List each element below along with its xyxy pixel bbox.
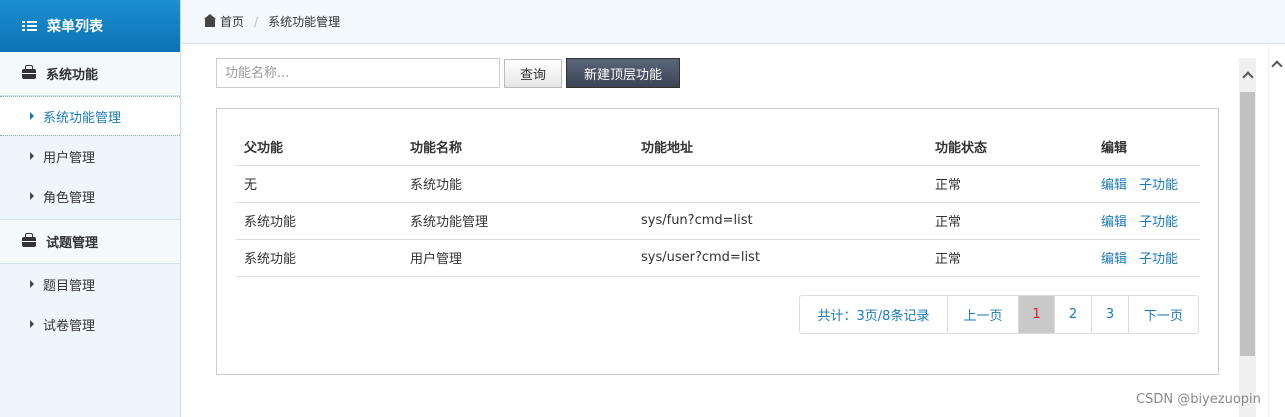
column-header-name: 功能名称	[402, 129, 633, 166]
column-header-parent: 父功能	[236, 129, 402, 166]
cell-parent: 无	[236, 165, 402, 203]
breadcrumb-current: 系统功能管理	[268, 15, 341, 29]
chevron-up-icon	[1271, 60, 1283, 72]
table-row: 系统功能 系统功能管理 sys/fun?cmd=list 正常 编辑 子功能	[236, 202, 1200, 240]
table-row: 系统功能 用户管理 sys/user?cmd=list 正常 编辑 子功能	[236, 239, 1200, 277]
home-icon	[204, 13, 216, 27]
new-top-function-button[interactable]: 新建顶层功能	[566, 58, 680, 88]
table-row: 无 系统功能 正常 编辑 子功能	[236, 165, 1200, 203]
sidebar-item-paper-management[interactable]: 试卷管理	[0, 304, 180, 344]
sidebar-item-label: 用户管理	[43, 150, 96, 166]
breadcrumb-home[interactable]: 首页	[220, 13, 244, 30]
breadcrumb: 首页 / 系统功能管理	[181, 0, 1285, 44]
prev-page-button[interactable]: 上一页	[947, 296, 1018, 333]
cell-parent: 系统功能	[236, 202, 402, 240]
page-scrollbar[interactable]	[1268, 44, 1285, 417]
briefcase-icon	[22, 232, 36, 247]
pagination: 共计：3页/8条记录 上一页 1 2 3 下一页	[799, 295, 1199, 334]
briefcase-icon	[22, 64, 36, 79]
content-scrollbar[interactable]	[1239, 58, 1256, 417]
cell-url: sys/user?cmd=list	[633, 239, 927, 277]
caret-right-icon	[30, 112, 34, 120]
page-button-2[interactable]: 2	[1054, 296, 1091, 333]
child-function-link[interactable]: 子功能	[1139, 252, 1178, 267]
sidebar-group-label: 系统功能	[46, 68, 99, 83]
pagination-summary: 共计：3页/8条记录	[817, 309, 930, 324]
cell-status: 正常	[927, 202, 1093, 240]
chevron-up-icon	[1241, 70, 1254, 83]
sidebar-item-label: 系统功能管理	[43, 110, 122, 126]
sidebar-item-label: 角色管理	[43, 190, 96, 206]
table-header-row: 父功能 功能名称 功能地址 功能状态 编辑	[236, 129, 1200, 166]
watermark: CSDN @biyezuopin	[1136, 392, 1261, 407]
cell-url	[633, 165, 927, 203]
list-icon	[22, 21, 37, 31]
sidebar-item-label: 题目管理	[43, 278, 96, 294]
edit-link[interactable]: 编辑	[1101, 215, 1127, 230]
breadcrumb-separator: /	[254, 14, 259, 29]
column-header-status: 功能状态	[927, 129, 1093, 166]
next-page-button[interactable]: 下一页	[1128, 296, 1198, 333]
sidebar: 菜单列表 系统功能 系统功能管理 用户管理 角色管理 试题管理 题目管理 试卷管…	[0, 0, 181, 417]
sidebar-item-function-management[interactable]: 系统功能管理	[0, 96, 180, 136]
sidebar-title: 菜单列表	[47, 19, 103, 35]
cell-actions: 编辑 子功能	[1093, 239, 1200, 277]
sidebar-item-role-management[interactable]: 角色管理	[0, 176, 180, 216]
cell-name: 系统功能管理	[402, 202, 633, 240]
sidebar-group-exam[interactable]: 试题管理	[0, 220, 180, 264]
column-header-url: 功能地址	[633, 129, 927, 166]
cell-status: 正常	[927, 239, 1093, 277]
page-button-3[interactable]: 3	[1091, 296, 1128, 333]
column-header-edit: 编辑	[1093, 129, 1200, 166]
scroll-thumb[interactable]	[1240, 92, 1255, 356]
function-table-panel: 父功能 功能名称 功能地址 功能状态 编辑 无 系统功能 正常 编辑 子功能 系统…	[216, 108, 1219, 375]
caret-right-icon	[30, 320, 34, 328]
function-table: 父功能 功能名称 功能地址 功能状态 编辑 无 系统功能 正常 编辑 子功能 系统…	[236, 129, 1200, 277]
cell-url: sys/fun?cmd=list	[633, 202, 927, 240]
child-function-link[interactable]: 子功能	[1139, 215, 1178, 230]
cell-parent: 系统功能	[236, 239, 402, 277]
caret-right-icon	[30, 192, 34, 200]
sidebar-item-user-management[interactable]: 用户管理	[0, 136, 180, 176]
edit-link[interactable]: 编辑	[1101, 178, 1127, 193]
cell-actions: 编辑 子功能	[1093, 165, 1200, 203]
cell-name: 用户管理	[402, 239, 633, 277]
sidebar-group-label: 试题管理	[46, 236, 99, 251]
caret-right-icon	[30, 152, 34, 160]
scroll-up-button[interactable]	[1239, 58, 1256, 90]
sidebar-header: 菜单列表	[0, 0, 180, 52]
cell-name: 系统功能	[402, 165, 633, 203]
cell-actions: 编辑 子功能	[1093, 202, 1200, 240]
sidebar-group-system[interactable]: 系统功能	[0, 52, 180, 96]
child-function-link[interactable]: 子功能	[1139, 178, 1178, 193]
sidebar-item-label: 试卷管理	[43, 318, 96, 334]
edit-link[interactable]: 编辑	[1101, 252, 1127, 267]
sidebar-item-question-management[interactable]: 题目管理	[0, 264, 180, 304]
query-button[interactable]: 查询	[504, 59, 562, 88]
search-input[interactable]	[216, 58, 500, 88]
page-button-1[interactable]: 1	[1018, 296, 1054, 333]
caret-right-icon	[30, 280, 34, 288]
cell-status: 正常	[927, 165, 1093, 203]
